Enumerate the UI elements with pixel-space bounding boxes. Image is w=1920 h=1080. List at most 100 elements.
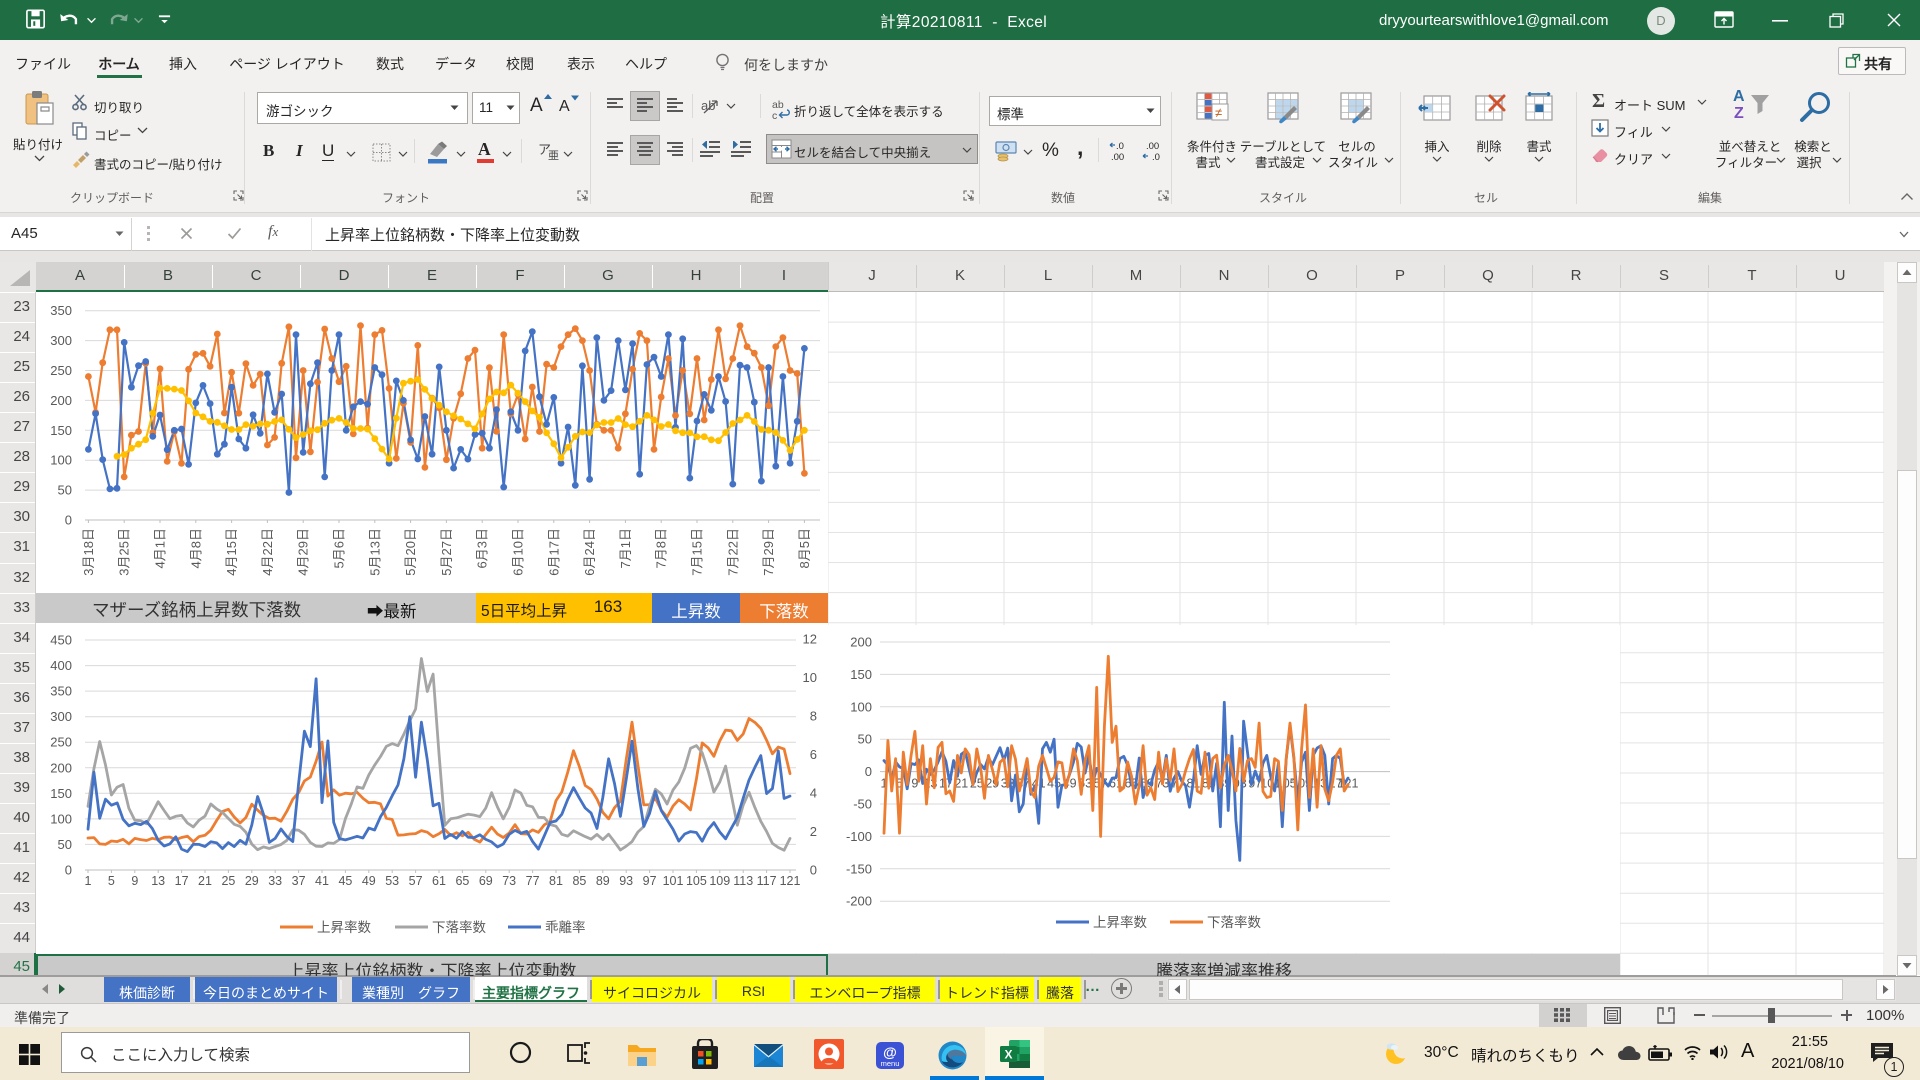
svg-text:57: 57 [409,874,423,888]
svg-text:200: 200 [50,760,72,775]
svg-text:≠: ≠ [1215,105,1222,120]
svg-text:-150: -150 [846,861,872,876]
svg-text:0: 0 [865,764,872,779]
svg-text:89: 89 [596,874,610,888]
svg-text:300: 300 [50,333,72,348]
svg-text:97: 97 [643,874,657,888]
svg-text:200: 200 [50,393,72,408]
svg-text:7月22日: 7月22日 [725,528,740,576]
svg-text:5月13日: 5月13日 [367,528,382,576]
svg-text:150: 150 [50,786,72,801]
svg-text:105: 105 [686,874,707,888]
svg-text:1: 1 [85,874,92,888]
svg-text:113: 113 [733,874,753,888]
svg-text:ab: ab [701,98,715,113]
svg-text:49: 49 [362,874,376,888]
svg-text:25: 25 [221,874,235,888]
svg-text:250: 250 [50,363,72,378]
svg-text:200: 200 [850,635,872,650]
svg-text:5: 5 [108,874,115,888]
svg-text:4月15日: 4月15日 [224,528,239,576]
svg-text:6月24日: 6月24日 [582,528,597,576]
svg-text:0: 0 [65,863,72,878]
svg-text:350: 350 [50,303,72,318]
svg-text:150: 150 [50,423,72,438]
svg-text:6月10日: 6月10日 [511,528,526,576]
svg-text:100: 100 [850,699,872,714]
svg-text:5月20日: 5月20日 [403,528,418,576]
svg-text:101: 101 [663,874,684,888]
svg-text:.00: .00 [1146,141,1159,152]
svg-text:10: 10 [803,670,817,685]
svg-text:250: 250 [50,735,72,750]
svg-text:7月8日: 7月8日 [654,528,669,568]
svg-text:77: 77 [526,874,540,888]
svg-text:0: 0 [65,513,72,528]
svg-text:150: 150 [850,667,872,682]
svg-text:3月25日: 3月25日 [117,528,132,576]
svg-text:50: 50 [858,732,872,747]
svg-text:21: 21 [198,874,212,888]
svg-text:.00: .00 [1111,152,1124,162]
svg-text:350: 350 [50,684,72,699]
svg-text:121: 121 [780,874,801,888]
svg-text:13: 13 [151,874,165,888]
svg-text:53: 53 [385,874,399,888]
svg-text:8: 8 [810,709,817,724]
svg-text:乖離率: 乖離率 [545,919,586,935]
svg-text:上昇率数: 上昇率数 [317,919,371,935]
svg-text:6月3日: 6月3日 [475,528,490,568]
svg-text:6月17日: 6月17日 [546,528,561,576]
svg-text:-50: -50 [853,797,872,812]
svg-text:65: 65 [455,874,469,888]
svg-text:4月22日: 4月22日 [260,528,275,576]
svg-text:8月5日: 8月5日 [797,528,812,568]
svg-text:73: 73 [502,874,516,888]
svg-text:29: 29 [245,874,259,888]
svg-text:c: c [772,110,777,121]
svg-text:12: 12 [803,632,817,647]
svg-text:X: X [1004,1048,1012,1062]
svg-text:2: 2 [810,824,817,839]
svg-text:-200: -200 [846,894,872,909]
svg-text:3月18日: 3月18日 [81,528,96,576]
svg-text:下落率数: 下落率数 [432,919,486,935]
svg-text:5月27日: 5月27日 [439,528,454,576]
svg-text:100: 100 [50,811,72,826]
svg-text:7月1日: 7月1日 [618,528,633,568]
svg-text:400: 400 [50,658,72,673]
svg-text:-100: -100 [846,829,872,844]
svg-text:9: 9 [131,874,138,888]
svg-text:6: 6 [810,747,817,762]
svg-text:50: 50 [58,483,72,498]
svg-text:100: 100 [50,453,72,468]
svg-text:17: 17 [175,874,189,888]
svg-text:450: 450 [50,633,72,648]
svg-text:81: 81 [549,874,563,888]
svg-text:45: 45 [338,874,352,888]
svg-text:61: 61 [432,874,446,888]
svg-text:4: 4 [810,786,817,801]
svg-text:4月29日: 4月29日 [296,528,311,576]
svg-text:4月8日: 4月8日 [188,528,203,568]
svg-text:7月15日: 7月15日 [690,528,705,576]
svg-text:41: 41 [315,874,329,888]
svg-text:37: 37 [292,874,306,888]
svg-text:.0: .0 [1152,152,1160,162]
svg-text:50: 50 [58,837,72,852]
svg-text:0: 0 [810,863,817,878]
svg-text:下落率数: 下落率数 [1207,914,1261,930]
svg-text:7月29日: 7月29日 [761,528,776,576]
svg-text:300: 300 [50,709,72,724]
svg-text:.0: .0 [1116,141,1124,152]
svg-text:5月6日: 5月6日 [332,528,347,568]
svg-text:@: @ [883,1044,897,1060]
svg-text:93: 93 [619,874,633,888]
svg-text:85: 85 [572,874,586,888]
svg-text:33: 33 [268,874,282,888]
svg-text:上昇率数: 上昇率数 [1093,914,1147,930]
svg-text:menu: menu [881,1059,900,1068]
svg-text:69: 69 [479,874,493,888]
svg-text:117: 117 [757,874,777,888]
svg-text:109: 109 [709,874,730,888]
